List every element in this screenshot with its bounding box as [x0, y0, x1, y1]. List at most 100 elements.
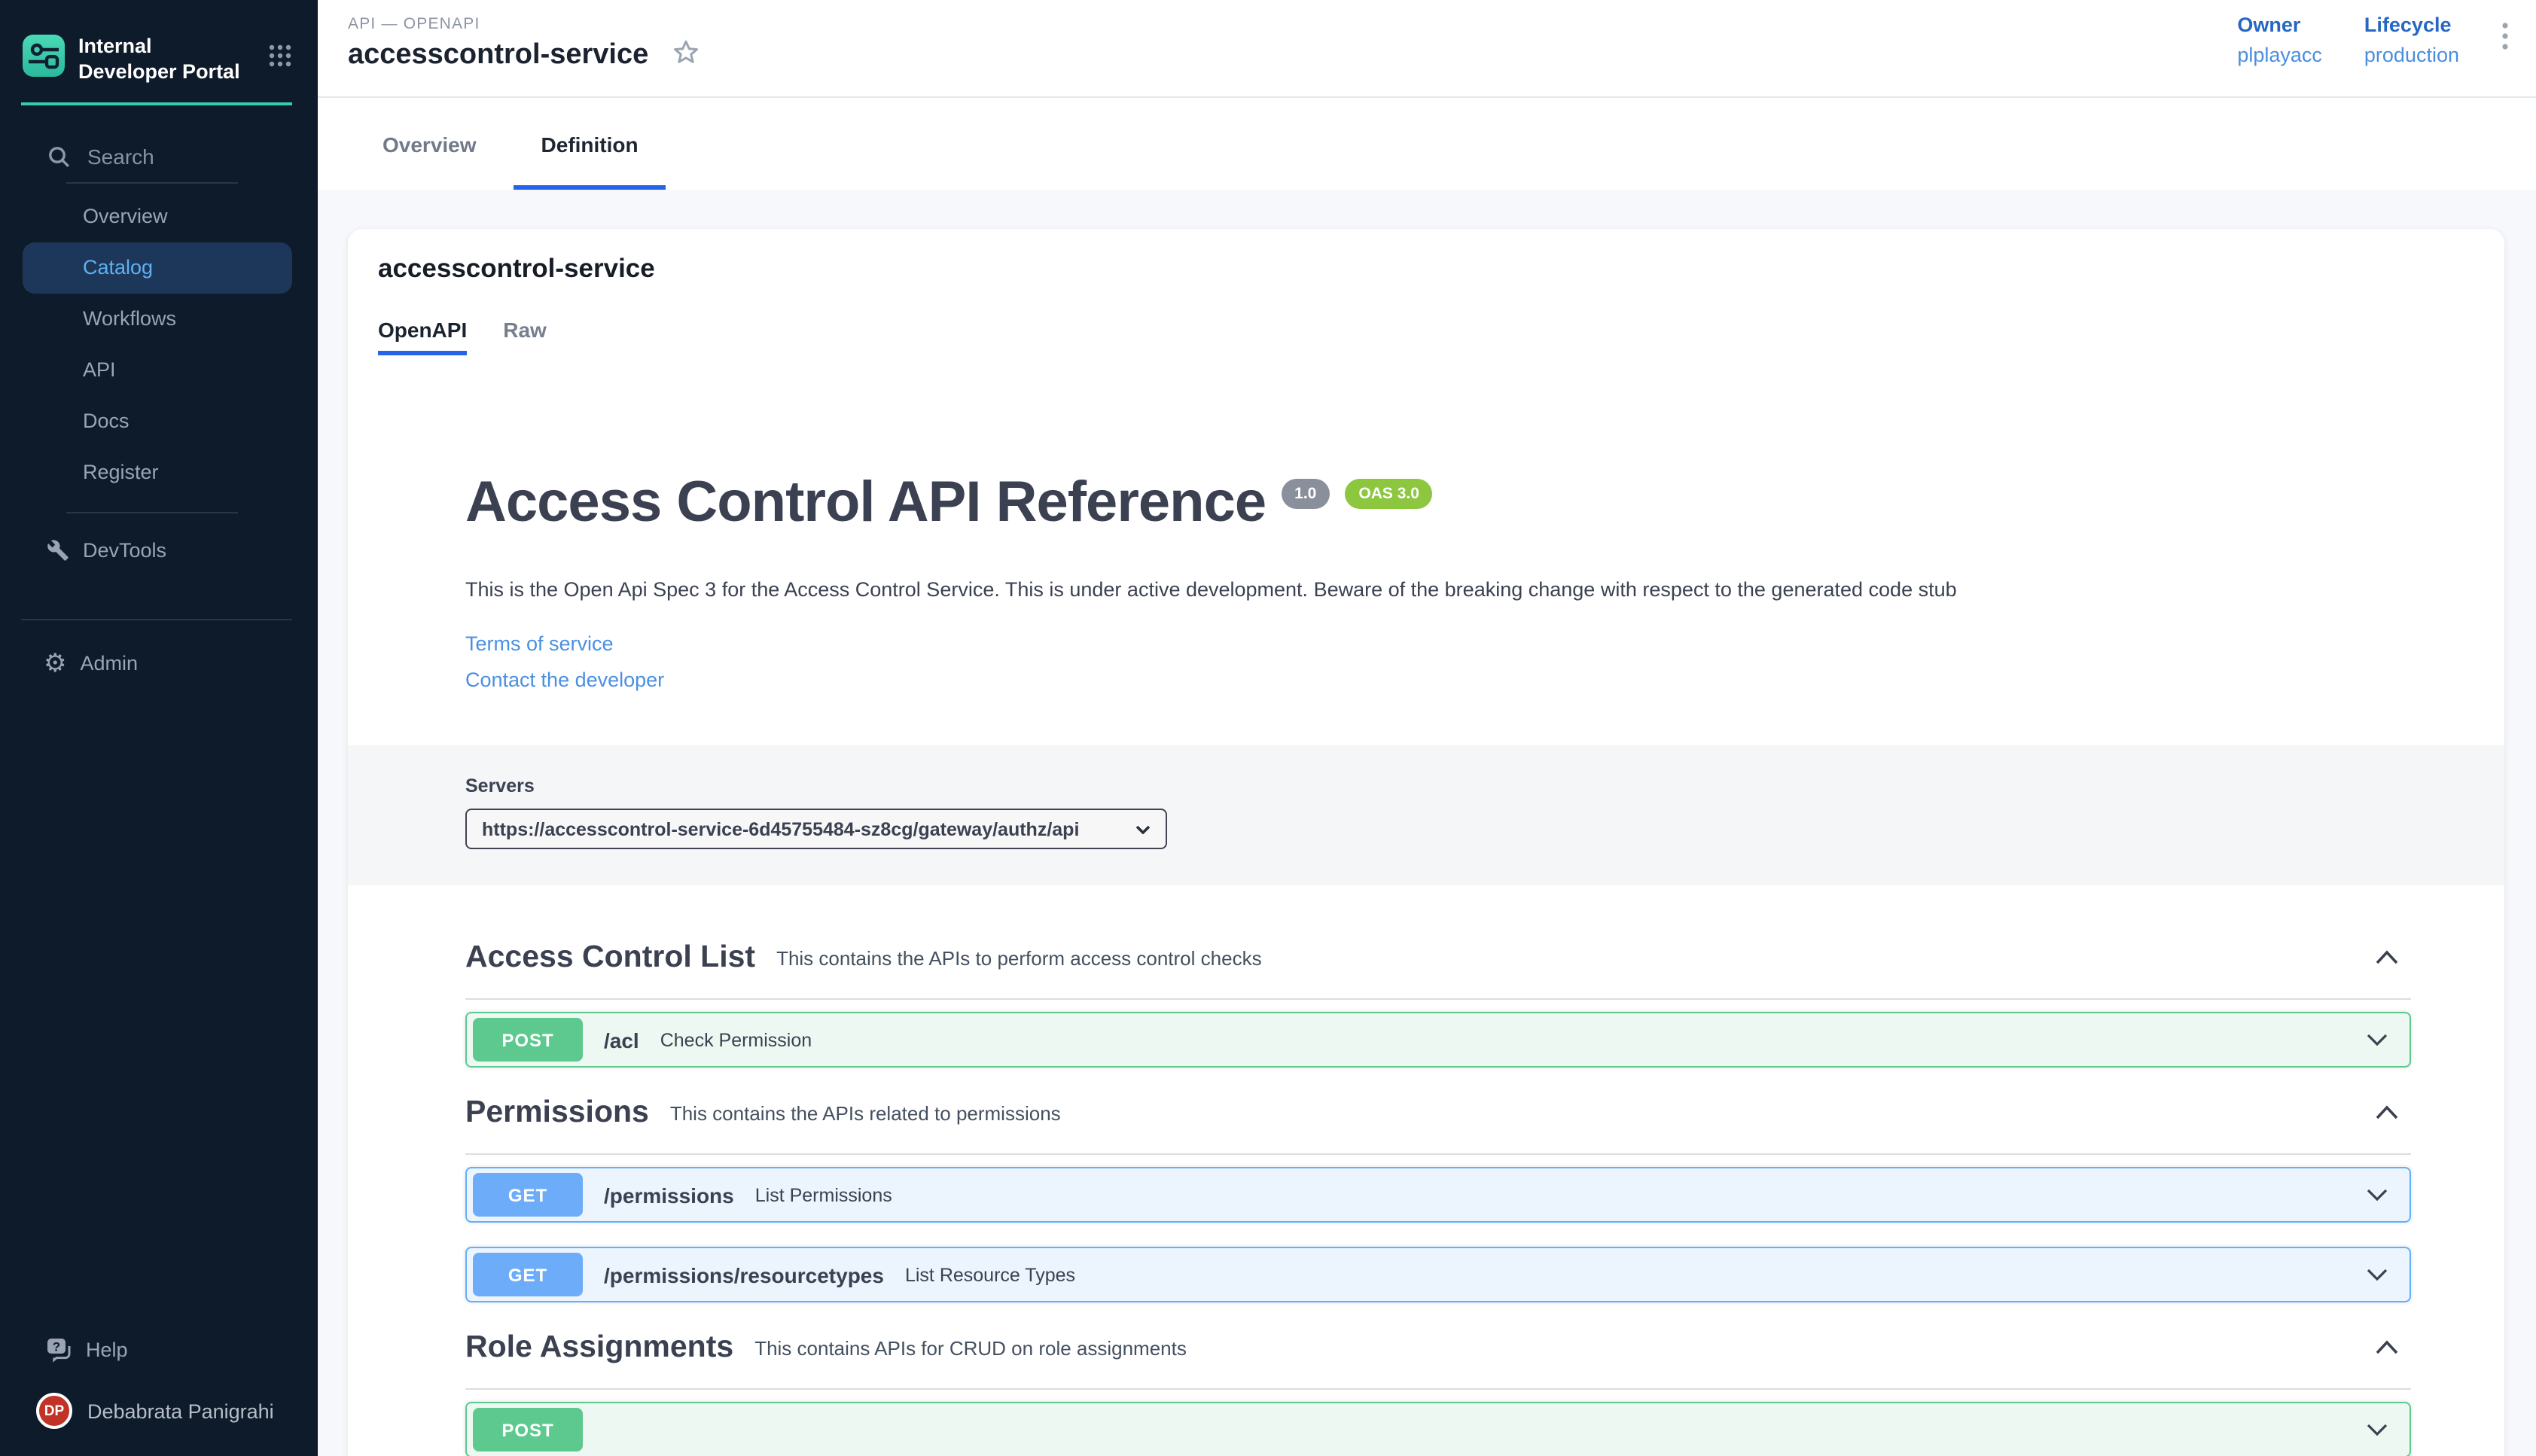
- help-chat-icon: ?: [45, 1336, 72, 1363]
- chevron-up-icon[interactable]: [2375, 951, 2399, 966]
- avatar: DP: [36, 1393, 72, 1429]
- operation-row--permissions-resourcetypes[interactable]: GET/permissions/resourcetypes List Resour…: [465, 1247, 2411, 1303]
- app-title: Internal Developer Portal: [78, 35, 241, 86]
- section-title: Access Control List: [465, 940, 755, 976]
- sidebar-item-catalog[interactable]: Catalog: [23, 242, 292, 294]
- swagger-ui: Access Control API Reference 1.0 OAS 3.0…: [348, 473, 2504, 1456]
- api-sections: Access Control List This contains the API…: [465, 886, 2411, 1456]
- operation-summary: List Permissions: [755, 1185, 892, 1206]
- section-subtitle: This contains the APIs to perform access…: [776, 947, 1262, 970]
- owner-link[interactable]: plplayacc: [2237, 44, 2322, 66]
- version-badge: 1.0: [1281, 479, 1330, 509]
- sidebar-search[interactable]: Search: [0, 145, 318, 169]
- operations-list: POST: [465, 1403, 2411, 1456]
- user-profile[interactable]: DP Debabrata Panigrahi: [0, 1393, 318, 1429]
- sidebar-item-devtools[interactable]: DevTools: [0, 525, 318, 577]
- oas-badge: OAS 3.0: [1345, 479, 1433, 509]
- sidebar-nav: OverviewCatalogWorkflowsAPIDocsRegister: [0, 191, 318, 498]
- logo-row: Internal Developer Portal: [0, 0, 318, 86]
- terms-of-service-link[interactable]: Terms of service: [465, 633, 614, 656]
- page-tabs: OverviewDefinition: [318, 98, 2536, 190]
- section-permissions: PermissionsThis contains the APIs relate…: [465, 1092, 2411, 1303]
- chevron-down-icon: [1123, 825, 1151, 834]
- section-access-control-list: Access Control List This contains the API…: [465, 937, 2411, 1068]
- section-title: Permissions: [465, 1095, 649, 1132]
- apps-grid-icon[interactable]: [268, 44, 292, 75]
- chevron-down-icon[interactable]: [2366, 1189, 2388, 1202]
- section-header[interactable]: PermissionsThis contains the APIs relate…: [465, 1092, 2411, 1135]
- sidebar-item-admin[interactable]: ⚙ Admin: [0, 638, 318, 690]
- sidebar-item-label: Help: [86, 1338, 128, 1360]
- method-badge: POST: [473, 1409, 583, 1452]
- search-label: Search: [87, 145, 154, 169]
- operation-path: /acl: [604, 1028, 639, 1052]
- section-divider: [465, 1154, 2411, 1156]
- wrench-icon: [47, 540, 69, 562]
- section-role-assignments: Role Assignments This contains APIs for C…: [465, 1327, 2411, 1456]
- entity-header: API — OPENAPI accesscontrol-service Owne…: [318, 0, 2536, 98]
- method-badge: POST: [473, 1019, 583, 1062]
- app-root: Internal Developer Portal Search Overvie…: [0, 0, 2536, 1456]
- section-title: Role Assignments: [465, 1330, 733, 1366]
- section-header[interactable]: Access Control List This contains the API…: [465, 937, 2411, 979]
- operation-row--permissions[interactable]: GET/permissionsList Permissions: [465, 1168, 2411, 1223]
- operation-row-partial[interactable]: POST: [465, 1403, 2411, 1456]
- operation-summary: List Resource Types: [905, 1265, 1075, 1286]
- section-header[interactable]: Role Assignments This contains APIs for C…: [465, 1327, 2411, 1369]
- section-divider: [465, 999, 2411, 1001]
- owner-block: Owner plplayacc: [2237, 14, 2322, 66]
- sidebar-item-help[interactable]: ? Help: [0, 1323, 318, 1375]
- operation-row--acl[interactable]: POST/acl Check Permission: [465, 1013, 2411, 1068]
- sidebar-item-workflows[interactable]: Workflows: [23, 294, 292, 345]
- sidebar-item-label: DevTools: [83, 540, 166, 562]
- servers-band: Servers https://accesscontrol-service-6d…: [348, 746, 2504, 886]
- servers-selected-value: https://accesscontrol-service-6d45755484…: [482, 819, 1079, 840]
- sidebar: Internal Developer Portal Search Overvie…: [0, 0, 318, 1456]
- method-badge: GET: [473, 1253, 583, 1297]
- operation-path: /permissions/resourcetypes: [604, 1263, 884, 1287]
- kebab-menu-icon[interactable]: [2501, 21, 2509, 59]
- sidebar-accent-divider: [21, 102, 292, 105]
- card-tab-raw[interactable]: Raw: [503, 318, 547, 355]
- app-logo-icon[interactable]: [23, 35, 65, 77]
- chevron-up-icon[interactable]: [2375, 1341, 2399, 1356]
- favorite-star-icon[interactable]: [672, 39, 698, 72]
- gear-icon: ⚙: [44, 651, 67, 677]
- sidebar-item-api[interactable]: API: [23, 345, 292, 396]
- chevron-down-icon[interactable]: [2366, 1034, 2388, 1047]
- page-title: accesscontrol-service: [348, 39, 648, 72]
- search-underline: [66, 182, 238, 184]
- sidebar-spacer: [0, 690, 318, 1324]
- tab-definition[interactable]: Definition: [514, 98, 666, 190]
- section-subtitle: This contains APIs for CRUD on role assi…: [754, 1337, 1187, 1360]
- user-name: Debabrata Panigrahi: [87, 1400, 274, 1422]
- main-area: API — OPENAPI accesscontrol-service Owne…: [318, 0, 2536, 1456]
- chevron-down-icon[interactable]: [2366, 1269, 2388, 1282]
- content-area: accesscontrol-service OpenAPI Raw Access …: [318, 190, 2536, 1456]
- sidebar-item-docs[interactable]: Docs: [23, 396, 292, 447]
- api-description: This is the Open Api Spec 3 for the Acce…: [465, 575, 2272, 605]
- chevron-down-icon[interactable]: [2366, 1424, 2388, 1437]
- lifecycle-value: production: [2364, 44, 2459, 66]
- sidebar-item-label: Admin: [81, 653, 139, 675]
- lifecycle-block: Lifecycle production: [2364, 14, 2459, 66]
- search-icon: [47, 145, 71, 169]
- contact-developer-link[interactable]: Contact the developer: [465, 669, 664, 692]
- section-divider: [465, 1389, 2411, 1391]
- lifecycle-label: Lifecycle: [2364, 14, 2459, 36]
- breadcrumb: API — OPENAPI: [348, 0, 2536, 33]
- owner-label: Owner: [2237, 14, 2322, 36]
- operations-list: GET/permissions List Permissions GET/permi…: [465, 1168, 2411, 1303]
- sidebar-divider: [21, 619, 292, 620]
- svg-text:?: ?: [53, 1339, 60, 1354]
- sidebar-item-overview[interactable]: Overview: [23, 191, 292, 242]
- servers-label: Servers: [465, 776, 2411, 797]
- operation-path: /permissions: [604, 1183, 734, 1208]
- tab-overview[interactable]: Overview: [355, 98, 504, 190]
- sidebar-item-register[interactable]: Register: [23, 447, 292, 498]
- card-title: accesscontrol-service: [378, 253, 2474, 285]
- operation-summary: Check Permission: [660, 1030, 812, 1051]
- chevron-up-icon[interactable]: [2375, 1106, 2399, 1121]
- servers-select[interactable]: https://accesscontrol-service-6d45755484…: [465, 809, 1167, 850]
- card-tab-openapi[interactable]: OpenAPI: [378, 318, 467, 355]
